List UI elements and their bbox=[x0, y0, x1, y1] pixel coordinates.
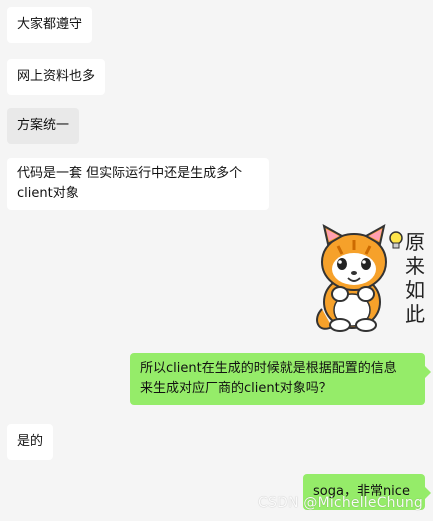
message-text: 网上资料也多 bbox=[17, 69, 96, 84]
message-text-line: 来生成对应厂商的client对象吗？ bbox=[140, 381, 332, 396]
sticker-char: 此 bbox=[405, 302, 425, 326]
watermark: CSDN @MichelleChung bbox=[258, 495, 423, 511]
sticker-cat-image[interactable]: 原 来 如 此 bbox=[312, 224, 430, 334]
sticker-char: 如 bbox=[405, 278, 425, 302]
sticker-text-column: 原 来 如 此 bbox=[402, 230, 428, 326]
message-text-line: 代码是一套 但实际运行中还是生成多个 bbox=[17, 166, 243, 181]
message-bubble-received[interactable]: 网上资料也多 bbox=[7, 59, 106, 95]
message-text: 是的 bbox=[17, 434, 44, 449]
message-bubble-sent[interactable]: 所以client在生成的时候就是根据配置的信息 来生成对应厂商的client对象… bbox=[130, 353, 431, 405]
sticker-char: 来 bbox=[405, 254, 425, 278]
message-text-line: client对象 bbox=[17, 186, 79, 201]
sticker-char: 原 bbox=[405, 230, 425, 254]
message-bubble-received[interactable]: 大家都遵守 bbox=[7, 7, 93, 43]
message-text: 大家都遵守 bbox=[17, 17, 83, 32]
message-text: 方案统一 bbox=[17, 118, 70, 133]
message-bubble-received[interactable]: 方案统一 bbox=[7, 108, 80, 144]
message-bubble-received[interactable]: 代码是一套 但实际运行中还是生成多个 client对象 bbox=[7, 158, 269, 210]
message-bubble-received[interactable]: 是的 bbox=[7, 424, 54, 460]
message-text-line: 所以client在生成的时候就是根据配置的信息 bbox=[140, 361, 397, 376]
